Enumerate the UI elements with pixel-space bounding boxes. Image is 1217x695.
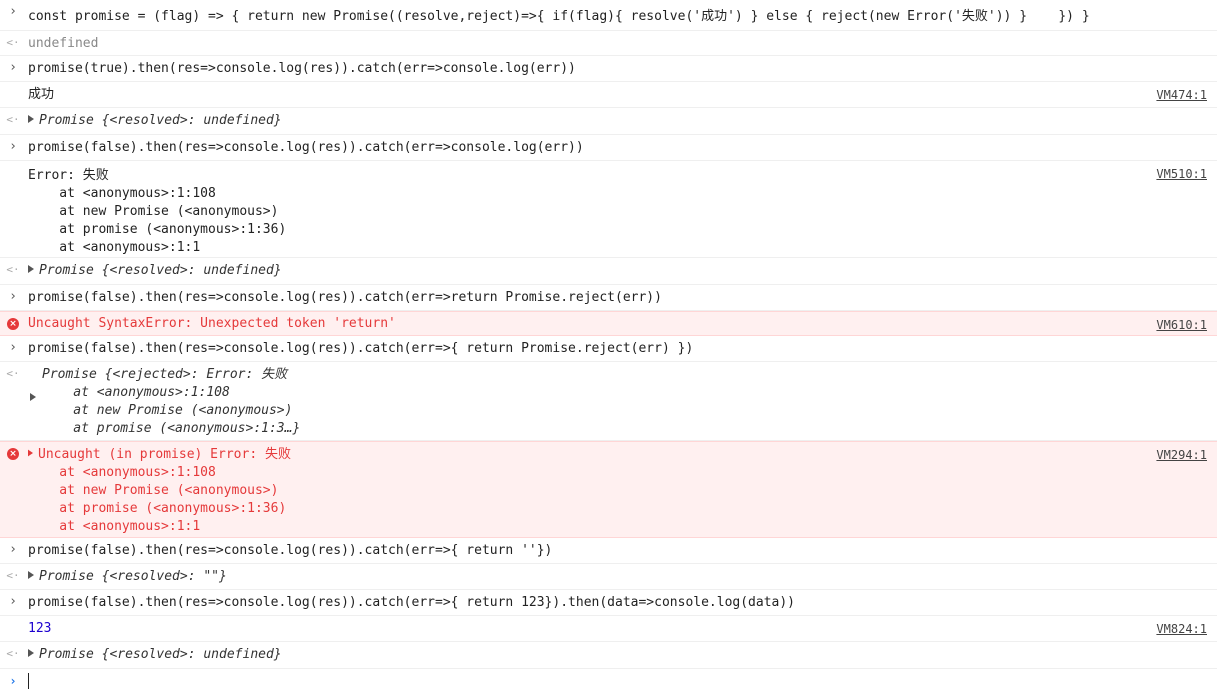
console-input-row[interactable]: › promise(false).then(res=>console.log(r… [0,336,1217,362]
input-code: promise(true).then(res=>console.log(res)… [28,61,576,76]
input-code: promise(false).then(res=>console.log(res… [28,595,796,610]
console-error-row: × Uncaught SyntaxError: Unexpected token… [0,311,1217,336]
devtools-console: › const promise = (flag) => { return new… [0,0,1217,694]
log-stack-line: at new Promise (<anonymous>) [28,204,279,219]
console-return-row: <· Promise {<resolved>: ""} [0,564,1217,590]
promise-object[interactable]: Promise {<resolved>: ""} [39,569,227,584]
input-code: promise(false).then(res=>console.log(res… [28,341,694,356]
triangle-right-icon[interactable] [28,449,33,457]
text-cursor [28,673,29,689]
promise-stack-line: at <anonymous>:1:108 [42,385,230,400]
chevron-right-icon: › [9,60,17,75]
error-stack-line: at promise (<anonymous>:1:36) [28,501,287,516]
console-return-row: <· Promise {<rejected>: Error: 失败 at <an… [0,362,1217,441]
source-link[interactable]: VM510:1 [1156,166,1207,182]
console-input-row[interactable]: › promise(false).then(res=>console.log(r… [0,135,1217,161]
promise-rejected-line[interactable]: Promise {<rejected>: Error: 失败 [42,366,1117,384]
chevron-right-icon: › [9,594,17,609]
console-log-row: 成功 VM474:1 [0,82,1217,108]
console-prompt[interactable]: › [0,669,1217,695]
triangle-right-icon[interactable] [28,115,34,123]
triangle-right-icon[interactable] [28,571,34,579]
chevron-right-icon: › [9,542,17,557]
return-arrow-icon: <· [6,647,20,660]
prompt-chevron-icon: › [9,674,17,688]
console-return-row: <· undefined [0,31,1217,56]
return-arrow-icon: <· [6,113,20,126]
input-code: promise(false).then(res=>console.log(res… [28,140,584,155]
console-log-row: 123 VM824:1 [0,616,1217,642]
return-value: undefined [28,36,99,51]
log-number: 123 [28,621,52,636]
console-input-row[interactable]: › promise(false).then(res=>console.log(r… [0,538,1217,564]
console-input-row[interactable]: › promise(false).then(res=>console.log(r… [0,285,1217,311]
console-return-row: <· Promise {<resolved>: undefined} [0,108,1217,135]
error-stack-line: at new Promise (<anonymous>) [28,483,279,498]
chevron-right-icon: › [9,289,17,304]
source-link[interactable]: VM294:1 [1156,447,1207,463]
log-stack-line: at <anonymous>:1:108 [28,186,216,201]
log-stack-line: at promise (<anonymous>:1:36) [28,222,287,237]
source-link[interactable]: VM610:1 [1156,317,1207,333]
console-return-row: <· Promise {<resolved>: undefined} [0,258,1217,285]
console-error-row: × Uncaught (in promise) Error: 失败 at <an… [0,441,1217,538]
return-arrow-icon: <· [6,263,20,276]
source-link[interactable]: VM824:1 [1156,621,1207,637]
console-return-row: <· Promise {<resolved>: undefined} [0,642,1217,669]
return-arrow-icon: <· [6,36,20,49]
console-log-row: Error: 失败 at <anonymous>:1:108 at new Pr… [0,161,1217,258]
log-stack-line: Error: 失败 [28,168,109,183]
console-input-row[interactable]: › promise(false).then(res=>console.log(r… [0,590,1217,616]
prompt-input[interactable] [28,673,1117,691]
triangle-right-icon[interactable] [28,649,34,657]
promise-object[interactable]: Promise {<resolved>: undefined} [39,647,282,662]
promise-stack-line: at new Promise (<anonymous>) [42,403,293,418]
promise-object[interactable]: Promise {<resolved>: undefined} [39,263,282,278]
promise-object[interactable]: Promise {<resolved>: undefined} [39,113,282,128]
error-stack-line: at <anonymous>:1:108 [28,465,216,480]
log-message: 成功 [28,87,55,102]
triangle-right-icon[interactable] [28,265,34,273]
input-code: const promise = (flag) => { return new P… [28,9,1090,24]
console-input-row[interactable]: › const promise = (flag) => { return new… [0,0,1217,31]
return-arrow-icon: <· [6,367,20,380]
chevron-right-icon: › [9,139,17,154]
input-code: promise(false).then(res=>console.log(res… [28,290,662,305]
chevron-right-icon: › [9,340,17,355]
error-stack-line: at <anonymous>:1:1 [28,519,201,534]
error-message[interactable]: Uncaught (in promise) Error: 失败 [38,447,291,462]
console-input-row[interactable]: › promise(true).then(res=>console.log(re… [0,56,1217,82]
error-circle-icon: × [7,318,19,330]
error-message: Uncaught SyntaxError: Unexpected token '… [28,316,396,331]
chevron-right-icon: › [9,4,17,19]
source-link[interactable]: VM474:1 [1156,87,1207,103]
error-circle-icon: × [7,448,19,460]
promise-stack-line: at promise (<anonymous>:1:3…} [42,421,301,436]
return-arrow-icon: <· [6,569,20,582]
input-code: promise(false).then(res=>console.log(res… [28,543,553,558]
triangle-right-icon[interactable] [30,393,36,401]
log-stack-line: at <anonymous>:1:1 [28,240,201,255]
